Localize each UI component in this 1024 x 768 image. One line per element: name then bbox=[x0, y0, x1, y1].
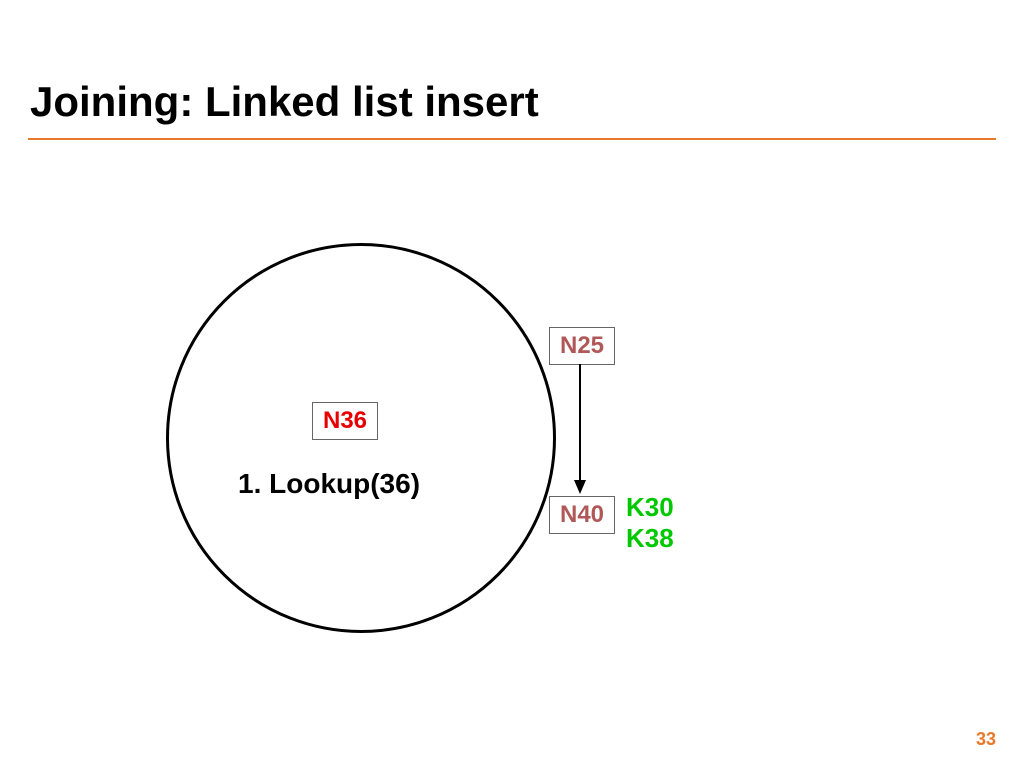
page-number: 33 bbox=[976, 729, 996, 750]
key-k30: K30 bbox=[626, 492, 674, 523]
slide-title: Joining: Linked list insert bbox=[30, 78, 539, 126]
node-n40: N40 bbox=[549, 496, 615, 534]
node-n36: N36 bbox=[312, 402, 378, 440]
keys-list: K30 K38 bbox=[626, 492, 674, 554]
node-n25: N25 bbox=[549, 327, 615, 365]
title-underline bbox=[28, 138, 996, 140]
arrow-n25-to-n40 bbox=[570, 362, 590, 494]
key-k38: K38 bbox=[626, 523, 674, 554]
step-label: 1. Lookup(36) bbox=[238, 468, 420, 500]
